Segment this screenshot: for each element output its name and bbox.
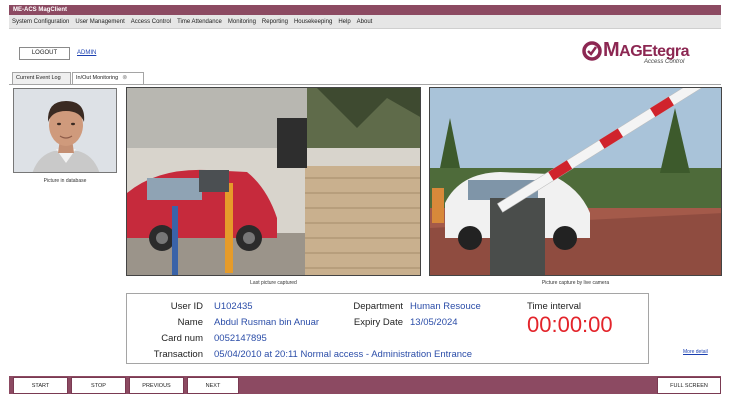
card-num-label: Card num — [161, 333, 203, 344]
tab-in-out-monitoring[interactable]: In/Out Monitoring ⊗ — [72, 72, 144, 84]
menu-user-management[interactable]: User Management — [72, 15, 127, 29]
app-title: ME-ACS MagClient — [13, 7, 67, 13]
more-detail-link[interactable]: More detail — [683, 349, 708, 355]
menu-monitoring[interactable]: Monitoring — [225, 15, 259, 29]
department-label: Department — [353, 301, 403, 312]
department-value: Human Resouce — [410, 301, 481, 312]
database-photo-caption: Picture in database — [43, 178, 87, 184]
time-interval-label: Time interval — [527, 301, 582, 312]
card-num-value: 0052147895 — [214, 333, 267, 344]
start-button[interactable]: START — [13, 377, 68, 394]
last-captured-image — [126, 87, 421, 276]
user-id-value: U102435 — [214, 301, 253, 312]
name-value: Abdul Rusman bin Anuar — [214, 317, 320, 328]
stop-button[interactable]: STOP — [71, 377, 126, 394]
transaction-value: 05/04/2010 at 20:11 Normal access - Admi… — [214, 349, 473, 360]
last-captured-caption: Last picture captured — [250, 280, 297, 286]
next-button[interactable]: NEXT — [187, 377, 239, 394]
admin-user-link[interactable]: ADMIN — [77, 50, 96, 56]
menu-bar: System Configuration User Management Acces… — [9, 15, 721, 29]
live-camera-caption: Picture capture by live camera — [541, 280, 610, 286]
name-label: Name — [177, 317, 203, 328]
previous-button[interactable]: PREVIOUS — [129, 377, 184, 394]
expiry-date-label: Expiry Date — [353, 317, 403, 328]
menu-about[interactable]: About — [354, 15, 376, 29]
menu-housekeeping[interactable]: Housekeeping — [291, 15, 335, 29]
logo-subtitle: Access Control — [644, 59, 685, 65]
database-photo — [13, 88, 117, 173]
tab-current-event-log[interactable]: Current Event Log — [12, 72, 71, 84]
app-title-bar: ME-ACS MagClient — [9, 5, 721, 15]
magetegra-logo: MAGEtegra Access Control — [582, 37, 722, 69]
access-record-panel: User ID U102435 Name Abdul Rusman bin An… — [126, 293, 649, 364]
logout-button[interactable]: LOGOUT — [19, 47, 70, 60]
time-interval-value: 00:00:00 — [527, 312, 613, 337]
user-id-label: User ID — [170, 301, 203, 312]
menu-access-control[interactable]: Access Control — [128, 15, 174, 29]
menu-reporting[interactable]: Reporting — [259, 15, 291, 29]
menu-time-attendance[interactable]: Time Attendance — [174, 15, 225, 29]
close-icon[interactable]: ⊗ — [122, 73, 127, 84]
logo-ring-icon — [582, 41, 602, 61]
full-screen-button[interactable]: FULL SCREEN — [657, 377, 721, 394]
live-camera-image — [429, 87, 722, 276]
menu-system-configuration[interactable]: System Configuration — [9, 15, 72, 29]
expiry-date-value: 13/05/2024 — [410, 317, 458, 328]
transaction-label: Transaction — [153, 349, 203, 360]
menu-help[interactable]: Help — [335, 15, 353, 29]
